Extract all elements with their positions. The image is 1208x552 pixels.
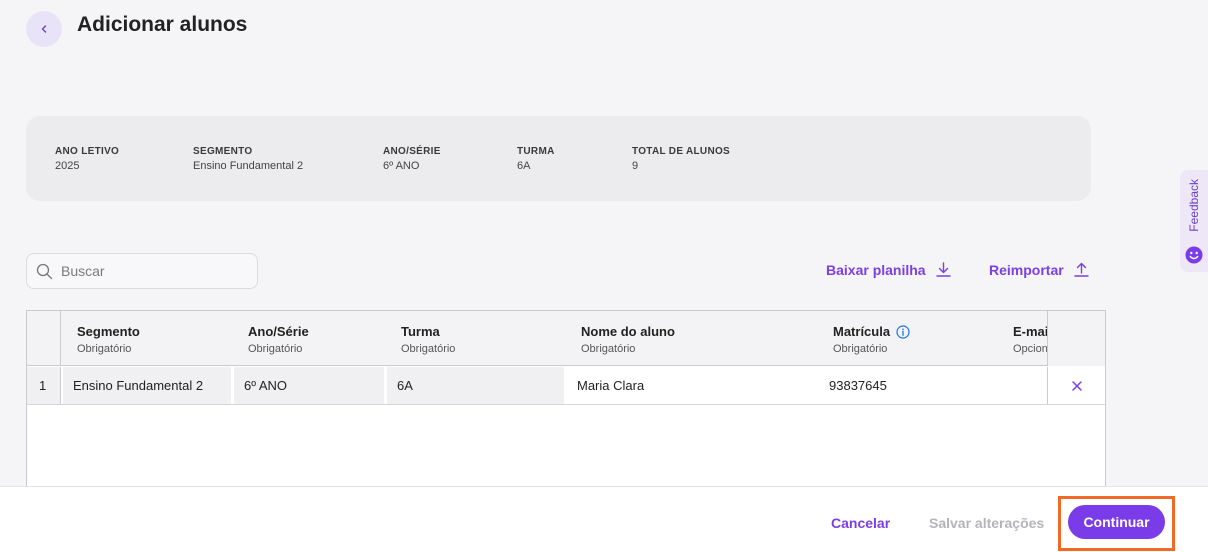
class-summary-panel: ANO LETIVO 2025 SEGMENTO Ensino Fundamen… — [26, 116, 1091, 201]
search-box[interactable] — [26, 253, 258, 289]
cell-email[interactable] — [1002, 367, 1047, 404]
summary-segmento: SEGMENTO Ensino Fundamental 2 — [193, 146, 303, 172]
column-title: Ano/Série — [248, 324, 309, 339]
column-title: Segmento — [77, 324, 140, 339]
column-subtitle: Obrigatório — [833, 343, 888, 355]
column-subtitle: Obrigatório — [401, 343, 456, 355]
summary-label: ANO/SÉRIE — [383, 146, 441, 157]
column-header-turma: Turma Obrigatório — [401, 324, 455, 355]
remove-row-button[interactable] — [1047, 367, 1105, 404]
download-spreadsheet-link[interactable]: Baixar planilha — [826, 261, 952, 278]
column-title: Matrícula — [833, 324, 891, 339]
cell-turma: 6A — [387, 367, 564, 404]
summary-label: ANO LETIVO — [55, 146, 120, 157]
summary-value: 6A — [517, 160, 531, 172]
summary-value: Ensino Fundamental 2 — [193, 160, 304, 172]
cancel-button[interactable]: Cancelar — [831, 515, 890, 531]
search-icon — [36, 263, 53, 279]
cell-ano-serie: 6º ANO — [234, 367, 384, 404]
summary-value: 2025 — [55, 160, 80, 172]
column-title: E-mai — [1013, 324, 1047, 339]
close-icon — [1071, 380, 1082, 391]
column-header-ano-serie: Ano/Série Obrigatório — [248, 324, 309, 355]
page-title: Adicionar alunos — [77, 13, 248, 36]
summary-value: 6º ANO — [383, 160, 420, 172]
column-title: Turma — [401, 324, 440, 339]
download-icon — [935, 262, 951, 277]
table-row: 1 Ensino Fundamental 2 6º ANO 6A Maria C… — [27, 367, 1105, 405]
row-index: 1 — [27, 367, 61, 404]
column-header-nome: Nome do aluno Obrigatório — [581, 324, 675, 355]
cell-matricula[interactable]: 93837645 — [819, 367, 999, 404]
column-title-with-info: Matrícula — [833, 324, 910, 339]
summary-label: SEGMENTO — [193, 146, 253, 157]
download-spreadsheet-label: Baixar planilha — [826, 261, 926, 278]
cell-segmento: Ensino Fundamental 2 — [63, 367, 231, 404]
summary-ano-letivo: ANO LETIVO 2025 — [55, 146, 119, 172]
smiley-icon — [1185, 246, 1203, 264]
column-subtitle: Obrigatório — [248, 343, 303, 355]
continue-button[interactable]: Continuar — [1068, 505, 1165, 539]
summary-total-alunos: TOTAL DE ALUNOS 9 — [632, 146, 730, 172]
column-header-matricula: Matrícula Obrigatório — [833, 324, 910, 355]
column-subtitle: Obrigatório — [581, 343, 636, 355]
feedback-tab[interactable]: Feedback — [1180, 170, 1208, 272]
column-subtitle: Obrigatório — [77, 343, 132, 355]
reimport-link[interactable]: Reimportar — [989, 261, 1090, 278]
info-icon[interactable] — [896, 324, 910, 339]
summary-value: 9 — [632, 160, 639, 172]
column-header-email: E-mai Opcion — [1013, 324, 1047, 355]
save-changes-button[interactable]: Salvar alterações — [929, 515, 1044, 531]
upload-icon — [1073, 262, 1089, 277]
column-header-segmento: Segmento Obrigatório — [77, 324, 140, 355]
column-title: Nome do aluno — [581, 324, 675, 339]
chevron-left-icon — [41, 25, 47, 33]
table-header: Segmento Obrigatório Ano/Série Obrigatór… — [27, 311, 1105, 366]
footer-bar: Cancelar Salvar alterações — [0, 486, 1208, 552]
summary-label: TOTAL DE ALUNOS — [632, 146, 731, 157]
students-table: Segmento Obrigatório Ano/Série Obrigatór… — [26, 310, 1106, 500]
back-button[interactable] — [26, 11, 62, 47]
feedback-label: Feedback — [1187, 179, 1201, 232]
cell-nome[interactable]: Maria Clara — [567, 367, 817, 404]
summary-ano-serie: ANO/SÉRIE 6º ANO — [383, 146, 441, 172]
index-column-header — [27, 311, 61, 366]
actions-column-header — [1047, 311, 1105, 366]
column-subtitle: Opcion — [1013, 343, 1047, 355]
search-input[interactable] — [61, 263, 241, 279]
reimport-label: Reimportar — [989, 261, 1064, 278]
summary-turma: TURMA 6A — [517, 146, 555, 172]
summary-label: TURMA — [517, 146, 555, 157]
